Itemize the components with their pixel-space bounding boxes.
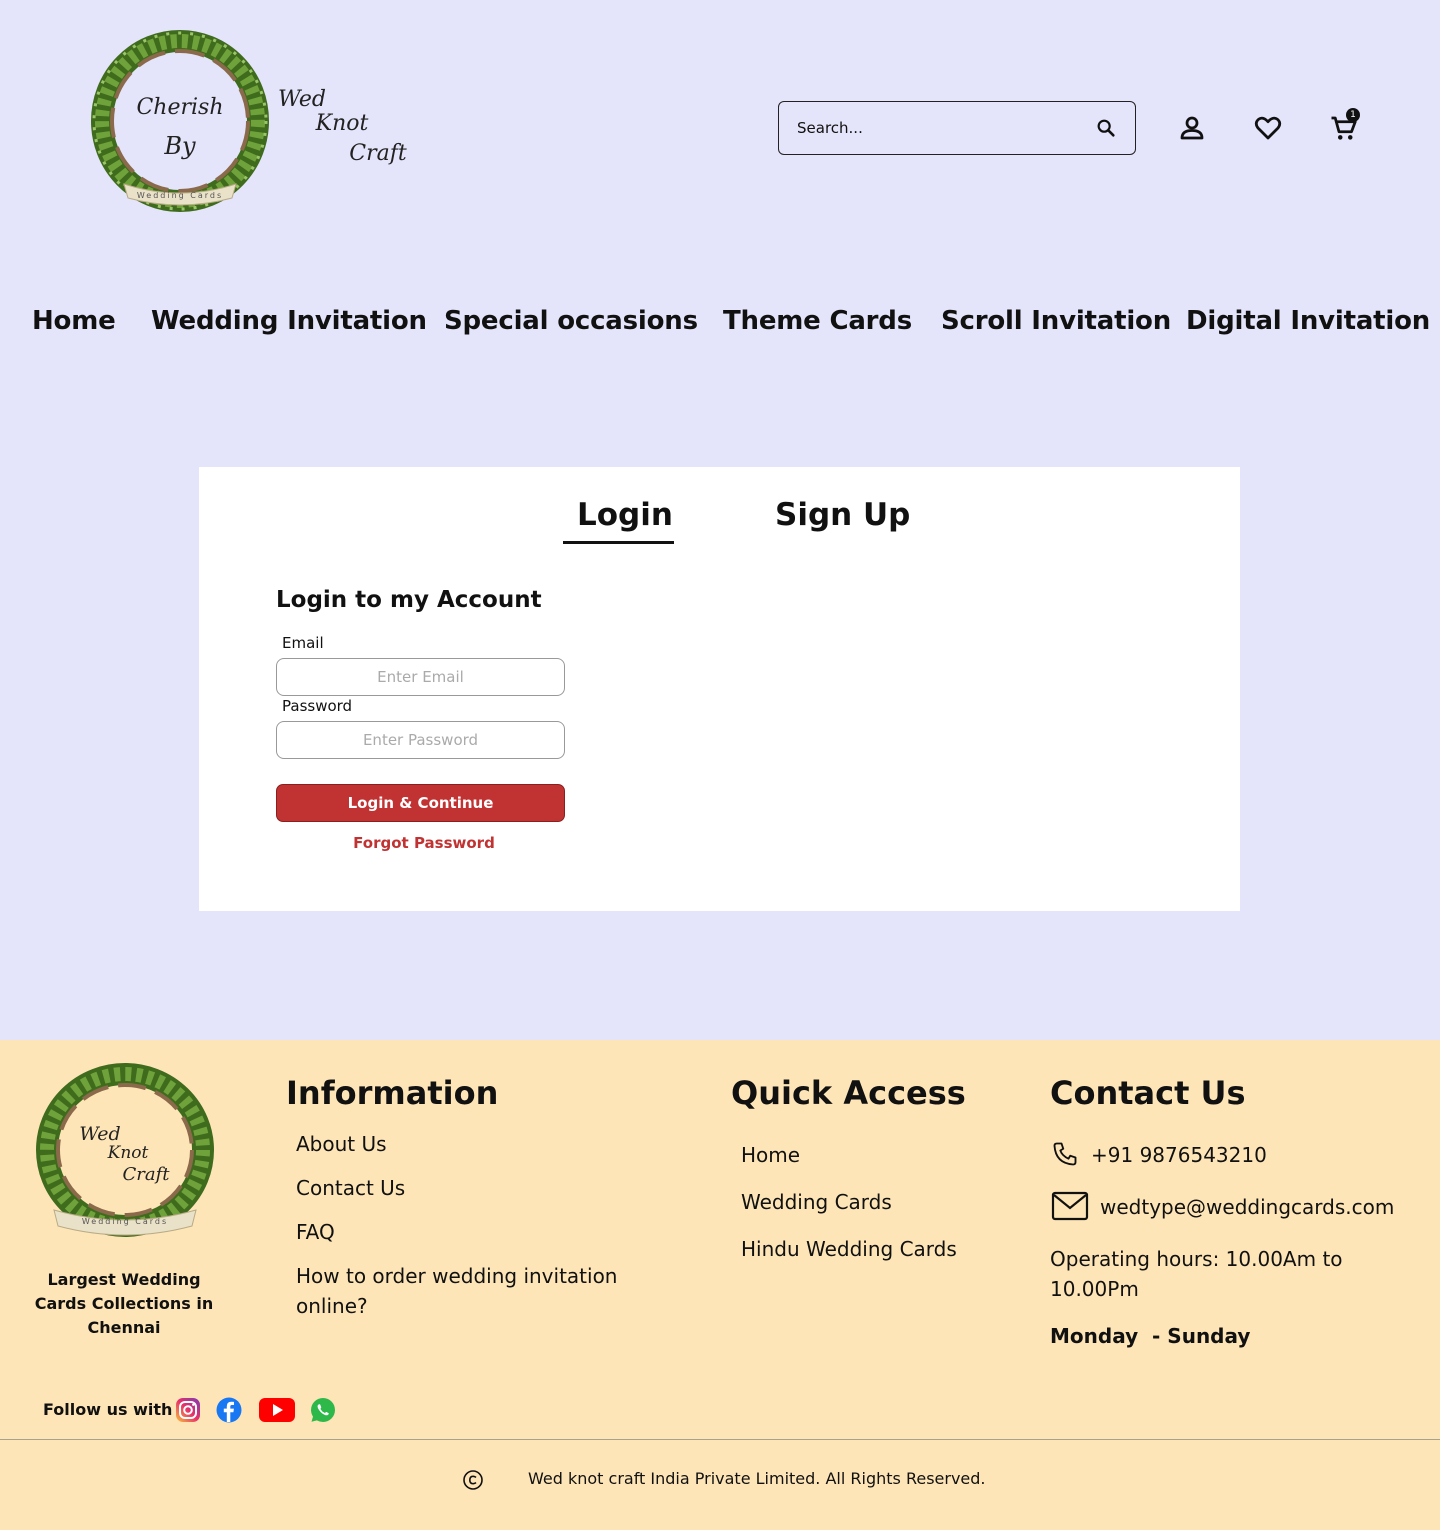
search-input[interactable]	[797, 119, 1095, 137]
svg-text:Cherish: Cherish	[136, 95, 223, 120]
login-continue-button[interactable]: Login & Continue	[276, 784, 565, 822]
nav-item-digital-invitation[interactable]: Digital Invitation	[1186, 306, 1430, 336]
svg-text:Wedding Cards: Wedding Cards	[137, 191, 223, 200]
svg-text:Wed: Wed	[79, 1123, 120, 1145]
footer-divider	[0, 1439, 1440, 1440]
password-label: Password	[282, 697, 353, 715]
svg-text:Knot: Knot	[107, 1143, 149, 1163]
forgot-password-link[interactable]: Forgot Password	[276, 834, 572, 852]
footer-link-hindu-wedding-cards[interactable]: Hindu Wedding Cards	[741, 1234, 957, 1264]
follow-us-label: Follow us with	[43, 1400, 173, 1419]
footer-link-home[interactable]: Home	[741, 1140, 800, 1170]
form-title: Login to my Account	[276, 587, 542, 613]
search-bar	[778, 101, 1136, 155]
password-field[interactable]	[276, 721, 565, 759]
mail-icon	[1051, 1190, 1089, 1226]
nav-item-special-occasions[interactable]: Special occasions	[444, 306, 698, 336]
nav-item-home[interactable]: Home	[32, 306, 116, 336]
operating-hours: Operating hours: 10.00Am to 10.00Pm	[1050, 1247, 1343, 1301]
auth-card: Login Sign Up Login to my Account Email …	[199, 467, 1240, 911]
footer-logo[interactable]: Wedding Cards Wed Knot Craft	[30, 1058, 220, 1254]
nav-item-wedding-invitation[interactable]: Wedding Invitation	[151, 306, 427, 336]
email-label: Email	[282, 634, 324, 652]
youtube-icon[interactable]	[259, 1396, 295, 1424]
copyright-text: Wed knot craft India Private Limited. Al…	[528, 1469, 986, 1488]
footer-tagline: Largest Wedding Cards Collections in Che…	[34, 1270, 214, 1337]
svg-text:Wedding Cards: Wedding Cards	[82, 1217, 168, 1226]
heart-icon[interactable]	[1250, 110, 1286, 146]
contact-phone: +91 9876543210	[1091, 1143, 1267, 1167]
contact-heading: Contact Us	[1050, 1074, 1246, 1112]
svg-text:Craft: Craft	[122, 1164, 170, 1185]
svg-text:By: By	[163, 132, 196, 160]
svg-text:Wed: Wed	[278, 87, 326, 112]
site-footer: Wedding Cards Wed Knot Craft Largest Wed…	[0, 1040, 1440, 1530]
email-field[interactable]	[276, 658, 565, 696]
phone-icon	[1051, 1140, 1079, 1172]
wreath-logo-icon: Wedding Cards Wed Knot Craft	[36, 1063, 214, 1237]
footer-link-about-us[interactable]: About Us	[296, 1129, 387, 1159]
user-icon[interactable]	[1174, 110, 1210, 146]
main-nav: Home Wedding Invitation Special occasion…	[0, 306, 1440, 346]
active-tab-indicator	[563, 541, 674, 544]
svg-text:Craft: Craft	[349, 141, 407, 166]
footer-link-wedding-cards[interactable]: Wedding Cards	[741, 1187, 892, 1217]
wreath-logo-icon: Wedding Cards Cherish By Wed Knot Craft	[91, 30, 407, 212]
tab-signup[interactable]: Sign Up	[775, 497, 910, 533]
svg-text:Knot: Knot	[315, 111, 369, 136]
footer-link-how-to-order[interactable]: How to order wedding invitation online?	[296, 1261, 656, 1321]
nav-item-theme-cards[interactable]: Theme Cards	[723, 306, 912, 336]
copyright-icon	[462, 1469, 484, 1491]
search-icon[interactable]	[1095, 117, 1117, 139]
quick-access-heading: Quick Access	[731, 1074, 966, 1112]
site-logo[interactable]: Wedding Cards Cherish By Wed Knot Craft	[84, 26, 414, 226]
cart-count-badge: 1	[1346, 108, 1360, 122]
instagram-icon[interactable]	[174, 1396, 202, 1424]
site-header: Wedding Cards Cherish By Wed Knot Craft …	[0, 0, 1440, 260]
cart-icon[interactable]: 1	[1326, 108, 1362, 146]
footer-link-faq[interactable]: FAQ	[296, 1217, 335, 1247]
tab-login[interactable]: Login	[577, 497, 673, 533]
operating-days: Monday - Sunday	[1050, 1324, 1251, 1348]
facebook-icon[interactable]	[215, 1396, 243, 1424]
information-heading: Information	[286, 1074, 499, 1112]
contact-email: wedtype@weddingcards.com	[1100, 1195, 1395, 1219]
whatsapp-icon[interactable]	[309, 1396, 337, 1424]
footer-link-contact-us[interactable]: Contact Us	[296, 1173, 405, 1203]
nav-item-scroll-invitation[interactable]: Scroll Invitation	[941, 306, 1171, 336]
